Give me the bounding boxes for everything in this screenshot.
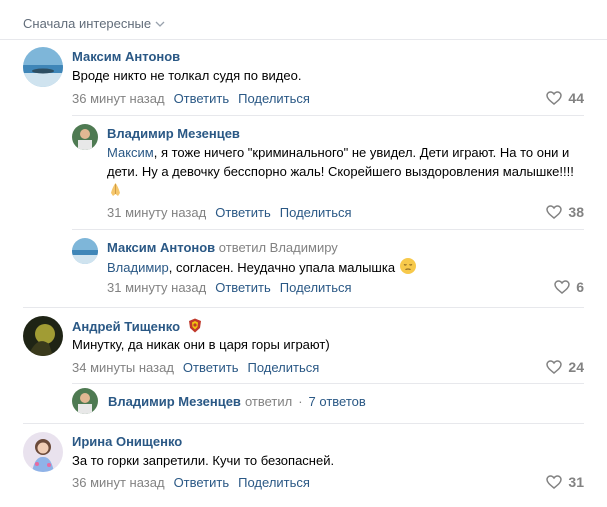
comment-time[interactable]: 34 минуты назад [72, 360, 174, 375]
heart-icon [546, 475, 563, 489]
comment-author[interactable]: Андрей Тищенко [72, 318, 202, 336]
like-count: 38 [568, 204, 584, 220]
comment-text: Максим, я тоже ничего "криминального" не… [107, 143, 577, 203]
sort-dropdown[interactable]: Сначала интересные [23, 16, 165, 31]
comment-body: , согласен. Неудачно упала малышка [168, 260, 396, 275]
share-button[interactable]: Поделиться [280, 280, 352, 295]
comment-author[interactable]: Максим Антонов ответил Владимиру [107, 240, 338, 255]
avatar[interactable] [23, 432, 63, 472]
comment-meta: 36 минут назад Ответить Поделиться [72, 475, 310, 490]
replies-author[interactable]: Владимир Мезенцев [108, 394, 241, 409]
like-count: 31 [568, 474, 584, 490]
comment-time[interactable]: 36 минут назад [72, 91, 165, 106]
comment-time[interactable]: 36 минут назад [72, 475, 165, 490]
like-button[interactable]: 6 [554, 279, 584, 295]
comment-meta: 31 минуту назад Ответить Поделиться [107, 205, 352, 220]
share-button[interactable]: Поделиться [247, 360, 319, 375]
avatar[interactable] [72, 388, 98, 414]
comment-text: Вроде никто не толкал судя по видео. [72, 68, 302, 83]
author-name: Андрей Тищенко [72, 319, 181, 334]
pensive-face-emoji [399, 257, 417, 280]
pray-emoji [107, 181, 124, 203]
comment-meta: 31 минуту назад Ответить Поделиться [107, 280, 352, 295]
share-button[interactable]: Поделиться [238, 475, 310, 490]
comment-time[interactable]: 31 минуту назад [107, 205, 206, 220]
like-button[interactable]: 38 [546, 204, 584, 220]
mention-link[interactable]: Владимир [107, 260, 169, 275]
divider [0, 39, 607, 40]
replies-action: ответил [244, 393, 293, 409]
sort-label: Сначала интересные [23, 16, 152, 31]
chevron-down-icon [155, 21, 165, 27]
share-button[interactable]: Поделиться [280, 205, 352, 220]
comment-text: За то горки запретили. Кучи то безопасне… [72, 453, 335, 468]
divider [23, 307, 584, 308]
replies-count-link[interactable]: 7 ответов [309, 394, 366, 409]
like-button[interactable]: 31 [546, 474, 584, 490]
divider [72, 229, 584, 230]
comment-meta: 36 минут назад Ответить Поделиться [72, 91, 310, 106]
avatar[interactable] [72, 238, 98, 264]
heart-icon [546, 205, 563, 219]
like-button[interactable]: 44 [546, 90, 584, 106]
reply-button[interactable]: Ответить [215, 280, 271, 295]
like-count: 6 [576, 279, 584, 295]
avatar[interactable] [72, 124, 98, 150]
heart-icon [546, 360, 563, 374]
avatar[interactable] [23, 316, 63, 356]
heart-icon [554, 280, 570, 294]
comment-body: , я тоже ничего "криминального" не увиде… [107, 145, 574, 179]
like-count: 44 [568, 90, 584, 106]
comment-text: Владимир, согласен. Неудачно упала малыш… [107, 257, 577, 280]
reply-button[interactable]: Ответить [174, 475, 230, 490]
avatar[interactable] [23, 47, 63, 87]
divider [72, 383, 584, 384]
mention-link[interactable]: Максим [107, 145, 154, 160]
reply-to-label[interactable]: ответил Владимиру [219, 240, 338, 255]
separator-dot: · [298, 393, 303, 409]
author-name: Максим Антонов [107, 240, 216, 255]
reply-button[interactable]: Ответить [174, 91, 230, 106]
like-button[interactable]: 24 [546, 359, 584, 375]
comment-time[interactable]: 31 минуту назад [107, 280, 206, 295]
divider [72, 115, 584, 116]
heart-icon [546, 91, 563, 105]
comment-text: Минутку, да никак они в царя горы играют… [72, 337, 330, 352]
comment-meta: 34 минуты назад Ответить Поделиться [72, 360, 319, 375]
comment-author[interactable]: Владимир Мезенцев [107, 126, 240, 141]
comment-author[interactable]: Максим Антонов [72, 49, 180, 64]
like-count: 24 [568, 359, 584, 375]
reply-button[interactable]: Ответить [183, 360, 239, 375]
reply-button[interactable]: Ответить [215, 205, 271, 220]
share-button[interactable]: Поделиться [238, 91, 310, 106]
club-emblem-icon [188, 318, 202, 336]
comment-author[interactable]: Ирина Онищенко [72, 434, 182, 449]
divider [23, 423, 584, 424]
